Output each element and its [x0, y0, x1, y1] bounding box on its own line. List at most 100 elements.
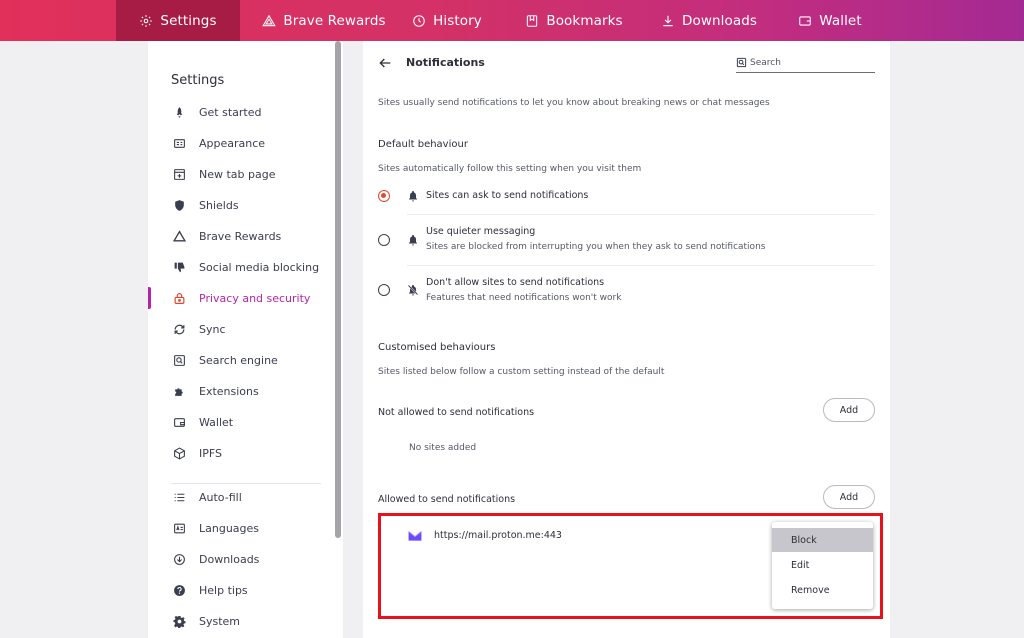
- sidebar-item-label: Languages: [199, 521, 260, 535]
- sidebar-item-extensions[interactable]: Extensions: [148, 379, 338, 403]
- sidebar-item-appearance[interactable]: Appearance: [148, 131, 338, 155]
- triangle-icon: [262, 14, 277, 26]
- gear-icon: [172, 614, 186, 628]
- sync-icon: [172, 322, 186, 336]
- sidebar-item-languages[interactable]: Languages: [148, 516, 338, 540]
- sidebar-item-social-media-blocking[interactable]: Social media blocking: [148, 255, 338, 279]
- option-subtitle: Features that need notifications won't w…: [426, 293, 622, 303]
- add-not-allowed-button[interactable]: Add: [823, 398, 875, 422]
- sidebar-item-sync[interactable]: Sync: [148, 317, 338, 341]
- sidebar-item-label: Sync: [199, 322, 226, 336]
- intro-text: Sites usually send notifications to let …: [378, 98, 770, 108]
- tab-label: History: [433, 12, 482, 29]
- customised-behaviours-description: Sites listed below follow a custom setti…: [378, 367, 665, 377]
- tab-label: Wallet: [819, 12, 862, 29]
- radio-quieter-messaging[interactable]: [378, 234, 390, 246]
- sidebar-item-downloads[interactable]: Downloads: [148, 547, 338, 571]
- sidebar-item-label: Help tips: [199, 583, 248, 597]
- option-title: Don't allow sites to send notifications: [426, 277, 605, 288]
- proton-mail-icon: [408, 530, 422, 541]
- site-favicon: [408, 528, 422, 544]
- radio-dont-allow[interactable]: [378, 284, 390, 296]
- sidebar-item-label: Brave Rewards: [199, 229, 282, 243]
- menu-item-block[interactable]: Block: [772, 528, 873, 552]
- download-icon: [663, 15, 673, 26]
- add-allowed-button[interactable]: Add: [823, 485, 875, 509]
- sidebar-item-brave-rewards[interactable]: Brave Rewards: [148, 224, 338, 248]
- sidebar-divider: [171, 483, 321, 484]
- search-input[interactable]: [750, 57, 860, 68]
- option-title: Use quieter messaging: [426, 226, 536, 237]
- page-title: Notifications: [406, 56, 485, 69]
- bell-icon: [409, 235, 417, 246]
- sidebar-item-label: IPFS: [199, 446, 222, 460]
- allowed-label: Allowed to send notifications: [378, 494, 516, 505]
- tab-history[interactable]: History: [397, 0, 497, 41]
- history-icon: [413, 14, 425, 27]
- language-icon: [172, 521, 186, 535]
- sidebar-item-shields[interactable]: Shields: [148, 193, 338, 217]
- sidebar-item-wallet[interactable]: Wallet: [148, 410, 338, 434]
- tab-label: Bookmarks: [546, 12, 623, 29]
- sidebar-item-label: Auto-fill: [199, 490, 242, 504]
- rocket-icon: [172, 105, 186, 119]
- wallet-icon: [799, 15, 812, 26]
- sidebar-item-auto-fill[interactable]: Auto-fill: [148, 485, 338, 509]
- back-arrow-icon[interactable]: [377, 55, 393, 71]
- tab-wallet[interactable]: Wallet: [785, 0, 875, 41]
- tab-label: Brave Rewards: [283, 12, 386, 29]
- sidebar-item-new-tab-page[interactable]: New tab page: [148, 162, 338, 186]
- tab-bookmarks[interactable]: Bookmarks: [509, 0, 639, 41]
- tab-downloads[interactable]: Downloads: [649, 0, 769, 41]
- sidebar-item-search-engine[interactable]: Search engine: [148, 348, 338, 372]
- customised-behaviours-heading: Customised behaviours: [378, 342, 496, 353]
- divider: [407, 214, 875, 215]
- tab-label: Downloads: [681, 12, 758, 29]
- sidebar-item-label: Extensions: [199, 384, 259, 398]
- sidebar-scrollbar[interactable]: [335, 41, 341, 538]
- radio-allow-ask[interactable]: [378, 190, 390, 202]
- search-icon: [172, 353, 186, 367]
- site-url[interactable]: https://mail.proton.me:443: [434, 530, 562, 541]
- empty-list-text: No sites added: [409, 443, 477, 453]
- not-allowed-label: Not allowed to send notifications: [378, 407, 535, 418]
- gear-icon: [140, 14, 153, 27]
- bell-icon: [409, 191, 417, 202]
- sidebar-item-label: Social media blocking: [199, 260, 320, 274]
- tab-settings[interactable]: Settings: [116, 0, 240, 41]
- new-tab-icon: [172, 167, 186, 181]
- sidebar-item-label: Search engine: [199, 353, 278, 367]
- default-behaviour-heading: Default behaviour: [378, 139, 468, 150]
- menu-item-remove[interactable]: Remove: [772, 578, 873, 602]
- sidebar-item-label: Shields: [199, 198, 239, 212]
- wallet-icon: [172, 415, 186, 429]
- sidebar-title: Settings: [171, 73, 225, 88]
- help-icon: [172, 583, 186, 597]
- sidebar-item-help-tips[interactable]: Help tips: [148, 578, 338, 602]
- sidebar-item-label: Downloads: [199, 552, 260, 566]
- sidebar-item-privacy-and-security[interactable]: Privacy and security: [148, 286, 338, 310]
- sidebar-item-label: Privacy and security: [199, 291, 311, 305]
- option-subtitle: Sites are blocked from interrupting you …: [426, 242, 766, 252]
- sidebar-item-label: Wallet: [199, 415, 234, 429]
- thumbs-down-icon: [172, 260, 186, 274]
- shield-icon: [172, 198, 186, 212]
- sidebar-item-label: Appearance: [199, 136, 266, 150]
- sidebar-item-label: System: [199, 614, 241, 628]
- sidebar-item-system[interactable]: System: [148, 609, 338, 633]
- tab-label: Settings: [160, 12, 217, 29]
- search-field[interactable]: [736, 53, 875, 73]
- settings-sidebar: Settings Get started Appearance New tab …: [148, 41, 343, 638]
- sidebar-item-ipfs[interactable]: IPFS: [148, 441, 338, 465]
- menu-item-edit[interactable]: Edit: [772, 553, 873, 577]
- download-icon: [172, 552, 186, 566]
- sidebar-item-label: Get started: [199, 105, 262, 119]
- puzzle-icon: [172, 384, 186, 398]
- appearance-icon: [172, 136, 186, 150]
- divider: [407, 265, 875, 266]
- tab-brave-rewards[interactable]: Brave Rewards: [254, 0, 394, 41]
- sidebar-item-label: New tab page: [199, 167, 276, 181]
- bookmark-icon: [527, 14, 538, 27]
- sidebar-item-get-started[interactable]: Get started: [148, 100, 338, 124]
- option-title: Sites can ask to send notifications: [426, 190, 589, 201]
